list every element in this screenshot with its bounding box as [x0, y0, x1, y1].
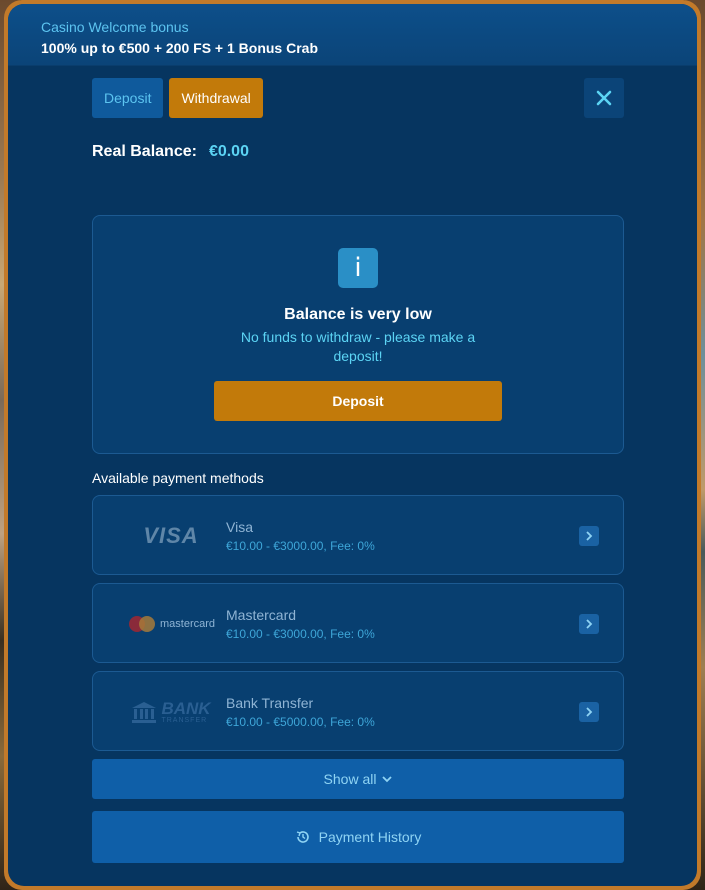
modal-frame: Casino Welcome bonus 100% up to €500 + 2… [4, 0, 701, 890]
chevron-down-icon [382, 776, 393, 783]
visa-logo: VISA [143, 523, 199, 548]
bank-transfer-logo: BANK TRANSFER [111, 694, 231, 730]
payment-history-label: Payment History [318, 829, 422, 845]
modal-content: Deposit Withdrawal Real Balance: €0.00 i… [92, 78, 624, 863]
show-all-button[interactable]: Show all [92, 759, 624, 799]
info-icon: i [338, 248, 378, 288]
deposit-button[interactable]: Deposit [214, 381, 502, 421]
payment-method-visa[interactable]: VISA Visa €10.00 - €3000.00, Fee: 0% [92, 495, 624, 575]
method-range: €10.00 - €5000.00, Fee: 0% [226, 715, 375, 729]
chevron-right-icon [579, 614, 599, 634]
method-name: Mastercard [226, 607, 297, 623]
banner-subtitle: Casino Welcome bonus [41, 19, 189, 35]
balance-label: Real Balance: [92, 143, 197, 160]
bank-icon [132, 702, 157, 723]
method-range: €10.00 - €3000.00, Fee: 0% [226, 627, 375, 641]
bonus-banner[interactable]: Casino Welcome bonus 100% up to €500 + 2… [8, 4, 697, 66]
chevron-right-icon [579, 526, 599, 546]
info-title: Balance is very low [284, 306, 432, 323]
method-name: Visa [226, 519, 253, 535]
tab-withdrawal[interactable]: Withdrawal [169, 78, 263, 118]
low-balance-card: i Balance is very low No funds to withdr… [92, 215, 624, 454]
chevron-right-icon [579, 702, 599, 722]
payment-method-bank-transfer[interactable]: BANK TRANSFER Bank Transfer €10.00 - €50… [92, 671, 624, 751]
method-name: Bank Transfer [226, 695, 314, 711]
balance-value: €0.00 [208, 143, 249, 160]
info-text: No funds to withdraw - please make a dep… [240, 329, 476, 364]
tab-bar: Deposit Withdrawal [92, 78, 624, 118]
withdrawal-modal: Casino Welcome bonus 100% up to €500 + 2… [8, 4, 697, 886]
payment-method-mastercard[interactable]: mastercard Mastercard €10.00 - €3000.00,… [92, 583, 624, 663]
tab-deposit[interactable]: Deposit [92, 78, 164, 118]
mastercard-circles-icon [128, 616, 155, 632]
history-icon [296, 831, 309, 843]
show-all-label: Show all [323, 771, 377, 787]
payment-history-button[interactable]: Payment History [92, 811, 624, 863]
banner-title: 100% up to €500 + 200 FS + 1 Bonus Crab [41, 40, 318, 56]
close-button[interactable] [584, 78, 624, 118]
mastercard-logo: mastercard [111, 606, 231, 642]
close-icon [596, 90, 612, 106]
methods-title: Available payment methods [92, 470, 264, 486]
balance-row: Real Balance: €0.00 [92, 142, 624, 162]
method-range: €10.00 - €3000.00, Fee: 0% [226, 539, 375, 553]
